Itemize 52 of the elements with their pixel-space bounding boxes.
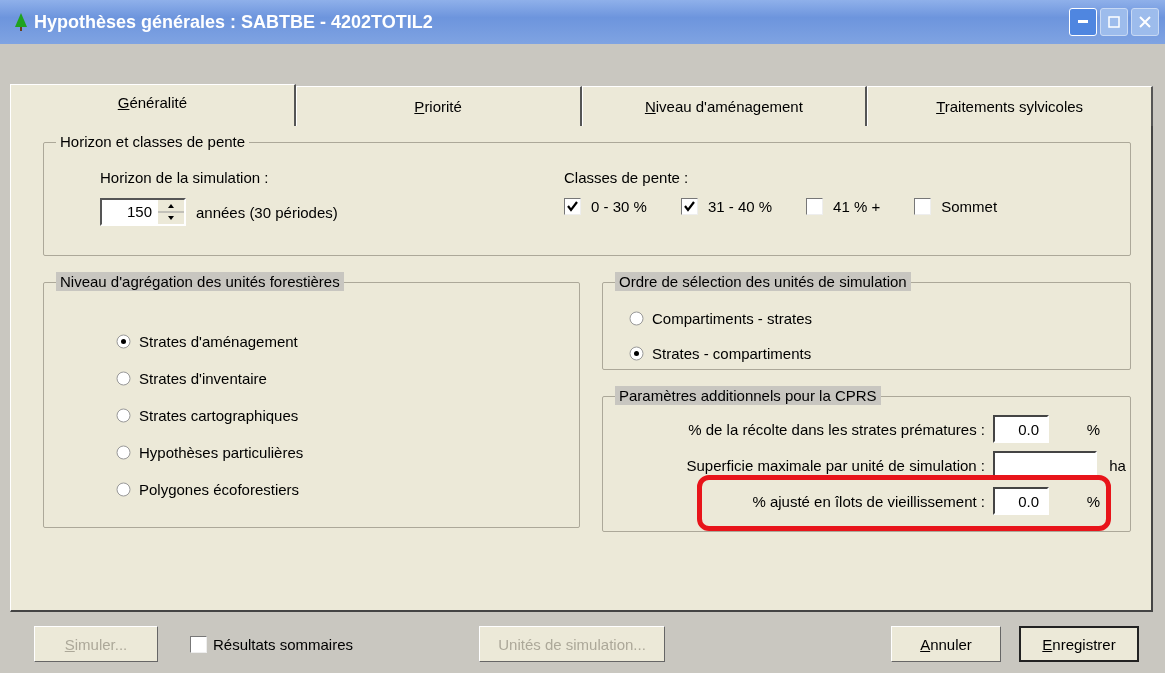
radio-label: Hypothèses particulières (139, 444, 304, 461)
checkbox[interactable] (680, 198, 698, 215)
radio-button[interactable] (116, 334, 131, 349)
dialog-button[interactable]: Annuler (891, 626, 1001, 662)
group-title: Niveau d'agrégation des unités forestières (56, 272, 344, 291)
radio-label: Compartiments - strates (652, 310, 813, 327)
checkbox-label: 31 - 40 % (707, 198, 773, 215)
input-field[interactable]: 0.0 (993, 415, 1049, 443)
radio-button[interactable] (116, 482, 131, 497)
radio-label: Strates d'inventaire (139, 370, 267, 387)
group-title: Paramètres additionnels pour la CPRS (615, 386, 881, 405)
maximize-icon (1108, 16, 1120, 28)
unit-label: ha (1109, 456, 1127, 474)
radio-label: Strates cartographiques (139, 407, 299, 424)
radio-button[interactable] (116, 445, 131, 460)
checkbox-label: Sommet (941, 198, 998, 215)
checkbox[interactable] (914, 198, 932, 215)
field-label: % ajusté en îlots de vieillissement : (751, 492, 985, 510)
radio-button[interactable] (629, 311, 644, 326)
spin-arrows-icon[interactable] (158, 200, 184, 224)
field-label: Horizon de la simulation : (100, 169, 269, 186)
checkbox-label: 41 % + (833, 198, 881, 215)
radio-label: Strates - compartiments (652, 345, 812, 362)
tab[interactable]: Niveau d'aménagement (581, 86, 868, 126)
close-icon (1139, 16, 1151, 28)
tab[interactable]: Traitements sylvicoles (867, 86, 1153, 126)
radio-label: Polygones écoforestiers (139, 481, 300, 498)
dialog-button[interactable]: Enregistrer (1019, 626, 1139, 662)
field-label: % de la récolte dans les strates prématures : (687, 420, 985, 438)
unit-label: % (1086, 492, 1102, 510)
checkbox-label: Résultats sommaires (213, 635, 354, 653)
group-title: Ordre de sélection des unités de simulation (615, 272, 911, 291)
field-label: Superficie maximale par unité de simulation : (685, 456, 985, 474)
radio-button[interactable] (629, 346, 644, 361)
radio-button[interactable] (116, 371, 131, 386)
minimize-icon (1078, 20, 1088, 24)
tab[interactable]: Généralité (10, 84, 296, 126)
input-field[interactable]: 0.0 (993, 487, 1049, 515)
checkbox[interactable] (806, 198, 824, 215)
window-title: Hypothèses générales : SABTBE - 4202TOTIL2 (34, 11, 434, 33)
radio-label: Strates d'aménagement (139, 333, 298, 350)
radio-button[interactable] (116, 408, 131, 423)
checkbox-label: 0 - 30 % (591, 198, 647, 215)
minimize-button[interactable] (1069, 8, 1097, 36)
unit-label: % (1086, 420, 1102, 438)
spin-box[interactable]: 150 (100, 198, 186, 226)
tab[interactable]: Priorité (295, 86, 582, 126)
checkbox[interactable] (564, 198, 581, 215)
checkbox[interactable] (190, 635, 207, 653)
field-label: Classes de pente : (564, 169, 689, 186)
tree-icon (14, 12, 28, 32)
unit-label: années (30 périodes) (196, 203, 338, 221)
